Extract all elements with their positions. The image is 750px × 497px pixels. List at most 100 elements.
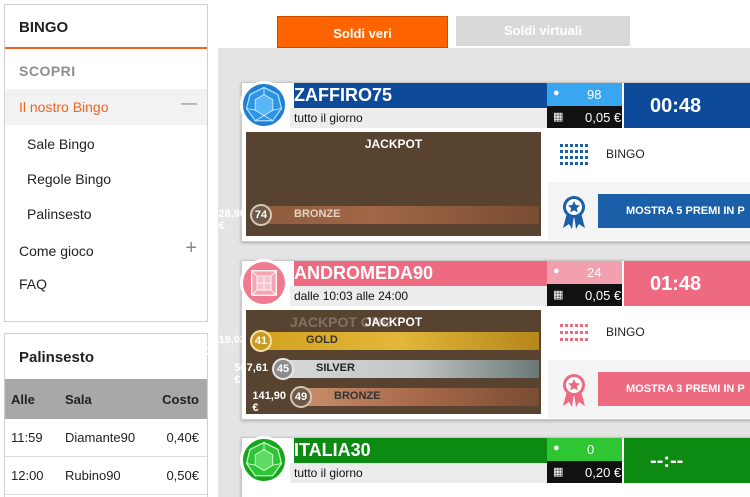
prize-ball: 45	[272, 358, 294, 380]
bingo-grid-icon	[560, 324, 588, 341]
game-type-row: BINGO	[548, 306, 750, 360]
room-name-text: ITALIA30	[294, 440, 371, 460]
room-info: BINGO MOSTRA 3 PREMI IN P	[548, 306, 750, 418]
room-hours: tutto il giorno	[290, 108, 547, 128]
collapse-icon[interactable]: —	[181, 95, 197, 113]
countdown-value: 00:48	[650, 95, 702, 117]
room-card-body: JACKPOT 74 BRONZE 28,90 € BINGO MOSTRA 5…	[218, 128, 750, 240]
prize-amount: 141,90 €	[252, 390, 286, 414]
award-ribbon-icon	[563, 196, 585, 229]
prize-label: GOLD	[306, 334, 338, 346]
rose-gem-icon	[240, 259, 288, 307]
schedule-header-cost: Costo	[162, 391, 199, 407]
card-price: ▦ 0,05 €	[547, 106, 622, 128]
table-row[interactable]: 11:59 Diamante90 0,40€	[5, 419, 207, 457]
countdown-value: 01:48	[650, 273, 702, 295]
room-card-andromeda90[interactable]: ANDROMEDA90 dalle 10:03 alle 24:00 ● 24 …	[203, 259, 750, 420]
prize-ball: 41	[250, 330, 272, 352]
prize-ball: 74	[250, 204, 272, 226]
game-type: BINGO	[606, 325, 645, 339]
players-count-value: 24	[587, 265, 602, 280]
prize-ball: 49	[290, 386, 312, 408]
countdown-value: --:--	[650, 450, 684, 472]
nav-subitem-palinsesto[interactable]: Palinsesto	[5, 195, 207, 230]
nav-item-il-nostro-bingo[interactable]: Il nostro Bingo —	[5, 89, 207, 125]
schedule-room: Rubino90	[65, 468, 121, 483]
jackpot-box: JACKPOT ONE JACKPOT 41 GOLD 1.419,03 € 4…	[203, 310, 541, 414]
jackpot-box: JACKPOT 74 BRONZE 28,90 €	[218, 132, 541, 236]
bingo-page: BINGO SCOPRI Il nostro Bingo — Sale Bing…	[0, 0, 750, 497]
schedule-title: Palinsesto	[19, 349, 95, 366]
room-card-zaffiro75[interactable]: ZAFFIRO75 tutto il giorno ● 98 ▦ 0,05 € …	[218, 81, 750, 242]
table-row[interactable]: 12:00 Rubino90 0,50€	[5, 457, 207, 495]
bingo-nav-panel: BINGO SCOPRI Il nostro Bingo — Sale Bing…	[4, 4, 208, 322]
players-count-value: 98	[587, 87, 602, 102]
prize-amount: 1.419,03 €	[203, 334, 246, 358]
schedule-time: 11:59	[11, 430, 43, 445]
bingo-grid-icon	[560, 144, 588, 165]
countdown-timer: 01:48	[624, 261, 750, 306]
nav-discover-label: SCOPRI	[19, 63, 76, 79]
tab-soldi-veri[interactable]: Soldi veri	[277, 16, 448, 48]
prize-label: BRONZE	[334, 390, 381, 402]
schedule-room: Diamante90	[65, 430, 136, 445]
card-price: ▦ 0,05 €	[547, 284, 622, 306]
room-name: ITALIA30	[294, 438, 547, 463]
schedule-panel: Palinsesto Alle Sala Costo 11:59 Diamant…	[4, 333, 208, 497]
room-name: ANDROMEDA90	[294, 261, 547, 286]
nav-subitem-sale-bingo[interactable]: Sale Bingo	[5, 125, 207, 160]
prize-amount: 567,61 €	[234, 362, 268, 386]
card-price-value: 0,20 €	[585, 465, 622, 480]
room-card-header: ANDROMEDA90 dalle 10:03 alle 24:00 ● 24 …	[240, 259, 750, 307]
cards-icon: ▦	[553, 466, 564, 478]
countdown-timer: --:--	[624, 438, 750, 483]
players-count: ● 24	[547, 261, 622, 284]
room-card-header: ZAFFIRO75 tutto il giorno ● 98 ▦ 0,05 € …	[240, 81, 750, 129]
sapphire-icon	[240, 81, 288, 129]
room-name-text: ZAFFIRO75	[294, 85, 393, 105]
expand-icon[interactable]: +	[185, 237, 197, 260]
schedule-cost: 0,50€	[166, 468, 199, 483]
schedule-header-row: Alle Sala Costo	[5, 379, 207, 419]
prize-label: BRONZE	[294, 208, 341, 220]
award-ribbon-icon	[563, 374, 585, 407]
card-price-value: 0,05 €	[585, 288, 622, 303]
tab-soldi-virtuali[interactable]: Soldi virtuali	[456, 16, 630, 46]
schedule-cost: 0,40€	[166, 430, 199, 445]
schedule-header-time: Alle	[11, 391, 35, 407]
card-price-value: 0,05 €	[585, 110, 622, 125]
jackpot-title: JACKPOT	[364, 315, 423, 329]
game-type-row: BINGO	[548, 128, 750, 182]
room-info: BINGO MOSTRA 5 PREMI IN P	[548, 128, 750, 240]
room-hours: dalle 10:03 alle 24:00	[290, 286, 547, 306]
players-count: ● 0	[547, 438, 622, 461]
nav-item-come-gioco[interactable]: Come gioco +	[5, 230, 207, 268]
cards-icon: ▦	[553, 289, 564, 301]
cards-icon: ▦	[553, 111, 564, 123]
players-icon: ●	[553, 265, 560, 277]
show-prizes-button[interactable]: MOSTRA 5 PREMI IN P	[598, 194, 750, 228]
room-card-italia30[interactable]: ITALIA30 tutto il giorno ● 0 ▦ 0,20 € --…	[240, 436, 750, 497]
schedule-header-room: Sala	[65, 391, 92, 407]
prize-label: SILVER	[316, 362, 355, 374]
room-card-header: ITALIA30 tutto il giorno ● 0 ▦ 0,20 € --…	[240, 436, 750, 484]
card-price: ▦ 0,20 €	[547, 461, 622, 483]
show-prizes-button[interactable]: MOSTRA 3 PREMI IN P	[598, 372, 750, 406]
players-count-value: 0	[587, 442, 595, 457]
nav-item-label: Il nostro Bingo	[19, 99, 109, 115]
nav-item-label: Come gioco	[19, 243, 94, 259]
players-count: ● 98	[547, 83, 622, 106]
nav-title: BINGO	[5, 5, 207, 49]
players-icon: ●	[553, 442, 560, 454]
nav-subitem-regole-bingo[interactable]: Regole Bingo	[5, 160, 207, 195]
nav-item-faq[interactable]: FAQ	[5, 268, 207, 301]
room-card-body: JACKPOT ONE JACKPOT 41 GOLD 1.419,03 € 4…	[203, 306, 750, 418]
emerald-icon	[240, 436, 288, 484]
schedule-time: 12:00	[11, 468, 44, 483]
countdown-timer: 00:48	[624, 83, 750, 128]
room-name: ZAFFIRO75	[294, 83, 547, 108]
game-type: BINGO	[606, 147, 645, 161]
room-hours: tutto il giorno	[290, 463, 547, 483]
room-name-text: ANDROMEDA90	[294, 263, 434, 283]
jackpot-title: JACKPOT	[364, 137, 423, 151]
